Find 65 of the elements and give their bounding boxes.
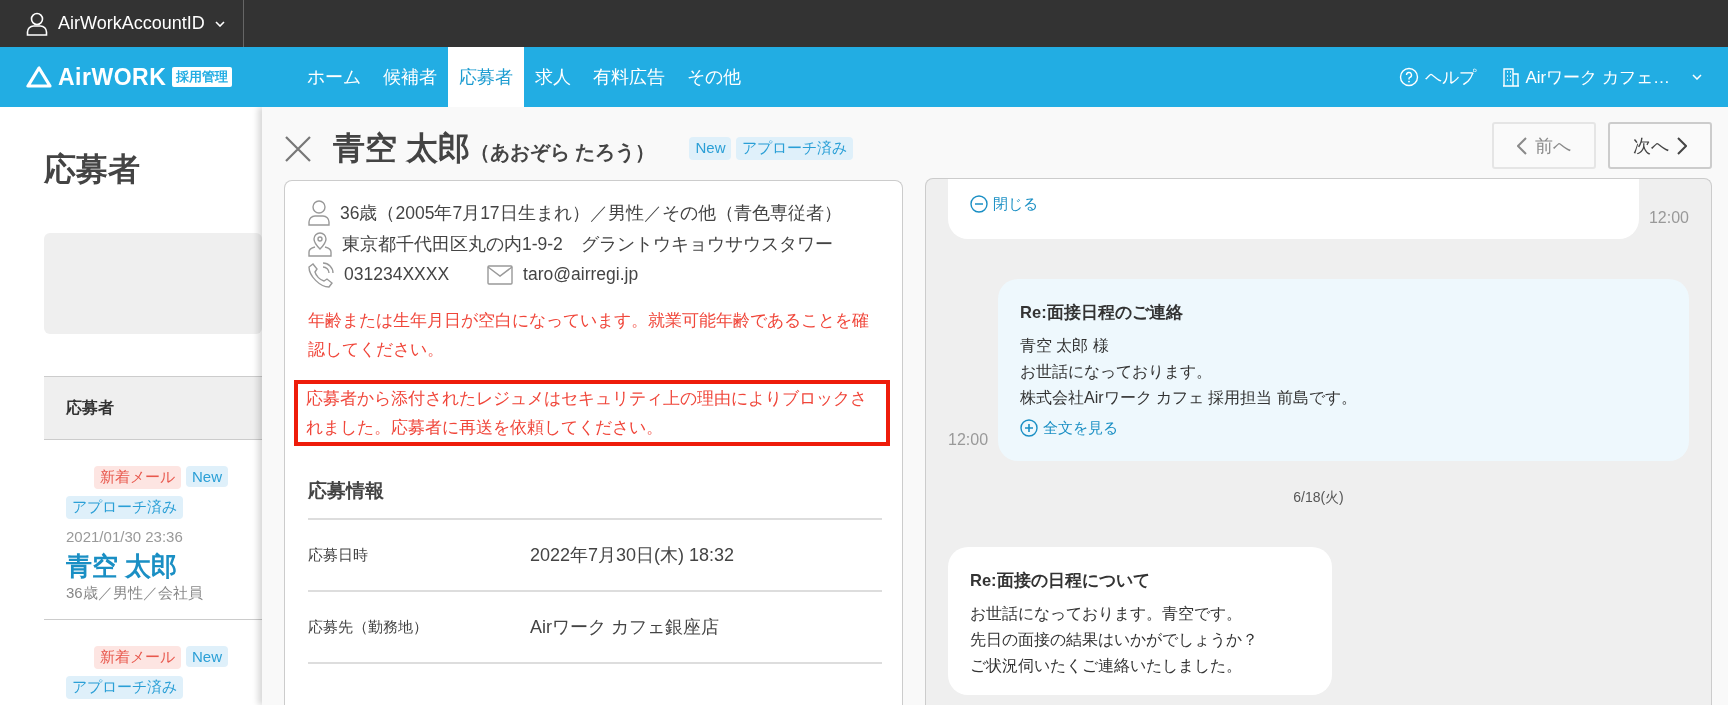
close-icon[interactable] (285, 135, 311, 162)
section-title: 応募情報 (308, 478, 882, 520)
nav-tab[interactable]: 有料広告 (582, 47, 676, 107)
field-label: 応募先（勤務地） (308, 617, 429, 637)
nav-tab[interactable]: 応募者 (448, 47, 524, 107)
message-line: 先日の面接の結果はいかがでしょうか？ (970, 630, 1259, 650)
person-icon (308, 199, 330, 226)
logo-badge: 採用管理 (172, 67, 233, 87)
message-line: ご状況伺いたくご連絡いたしました。 (970, 656, 1243, 676)
field-value: 2022年7月30日(木) 18:32 (530, 544, 735, 567)
email-text: taro@airregi.jp (523, 264, 639, 285)
warning-text: 応募者から添付されたレジュメはセキュリティ上の理由によりブロックされました。応募者に再送を依頼してください。 (294, 380, 890, 446)
building-icon (1501, 67, 1520, 87)
caret-icon (214, 20, 225, 27)
chevron-right-icon (1677, 136, 1687, 155)
message-time: 12:00 (948, 431, 989, 450)
message-time: 12:00 (1648, 209, 1689, 228)
tag: アプローチ済み (66, 496, 183, 519)
nav-tab[interactable]: ホーム (296, 47, 372, 107)
message-subject: Re:面接の日程について (970, 570, 1151, 591)
message-line: お世話になっております。 (1020, 362, 1214, 382)
tag: New (689, 137, 732, 160)
tag: New (186, 646, 228, 667)
applicant-summary: 36歳／男性／会社員 (66, 584, 204, 603)
name-reading: （あおぞら たろう） (469, 140, 656, 165)
applicant-name[interactable]: 青空 太郎 (66, 549, 262, 584)
tag: New (186, 466, 228, 487)
column-header: 応募者 (66, 397, 114, 418)
tag: アプローチ済み (66, 676, 183, 699)
plus-circle-icon (1020, 419, 1039, 437)
help-icon (1398, 67, 1419, 87)
phone-icon (308, 261, 334, 288)
tag: 新着メール (94, 646, 181, 669)
field-label: 応募日時 (308, 545, 369, 565)
applicant-name: 青空 太郎 (333, 129, 470, 168)
phone-text: 031234XXXX (344, 264, 450, 285)
collapse-link[interactable]: 閉じる (970, 191, 1038, 217)
page-title: 応募者 (44, 150, 141, 189)
tag: 新着メール (94, 466, 181, 489)
minus-circle-icon (970, 195, 988, 213)
expand-link[interactable]: 全文を見る (1020, 415, 1119, 441)
profile-text: 36歳（2005年7月17日生まれ）／男性／その他（青色専従者） (340, 201, 842, 225)
location-pin-icon (308, 230, 332, 257)
logo-icon (26, 66, 52, 88)
person-icon (26, 11, 48, 36)
message-subject: Re:面接日程のご連絡 (1020, 302, 1184, 323)
applied-date: 2021/01/30 23:36 (66, 528, 184, 545)
help-link[interactable]: ヘルプ (1398, 65, 1476, 89)
date-divider: 6/18(火) (1292, 489, 1345, 507)
message-line: お世話になっております。青空です。 (970, 604, 1243, 624)
logo-text: AirWORK (58, 63, 167, 91)
field-value: Airワーク カフェ銀座店 (530, 616, 719, 639)
store-menu[interactable]: Airワーク カフェ… (1501, 65, 1702, 89)
chevron-left-icon (1517, 136, 1527, 155)
next-button[interactable]: 次へ (1608, 122, 1712, 169)
caret-icon (1692, 74, 1702, 80)
message-line: 青空 太郎 様 (1020, 336, 1110, 356)
message-line: 株式会社Airワーク カフェ 採用担当 前島です。 (1020, 388, 1358, 408)
tag: アプローチ済み (736, 137, 854, 160)
address-text: 東京都千代田区丸の内1-9-2 グラントウキョウサウスタワー (342, 232, 833, 256)
nav-tab[interactable]: 求人 (524, 47, 582, 107)
nav-tab[interactable]: その他 (676, 47, 752, 107)
envelope-icon (487, 264, 514, 285)
nav-tab[interactable]: 候補者 (372, 47, 448, 107)
warning-text: 年齢または生年月日が空白になっています。就業可能年齢であることを確認してください。 (308, 310, 870, 360)
